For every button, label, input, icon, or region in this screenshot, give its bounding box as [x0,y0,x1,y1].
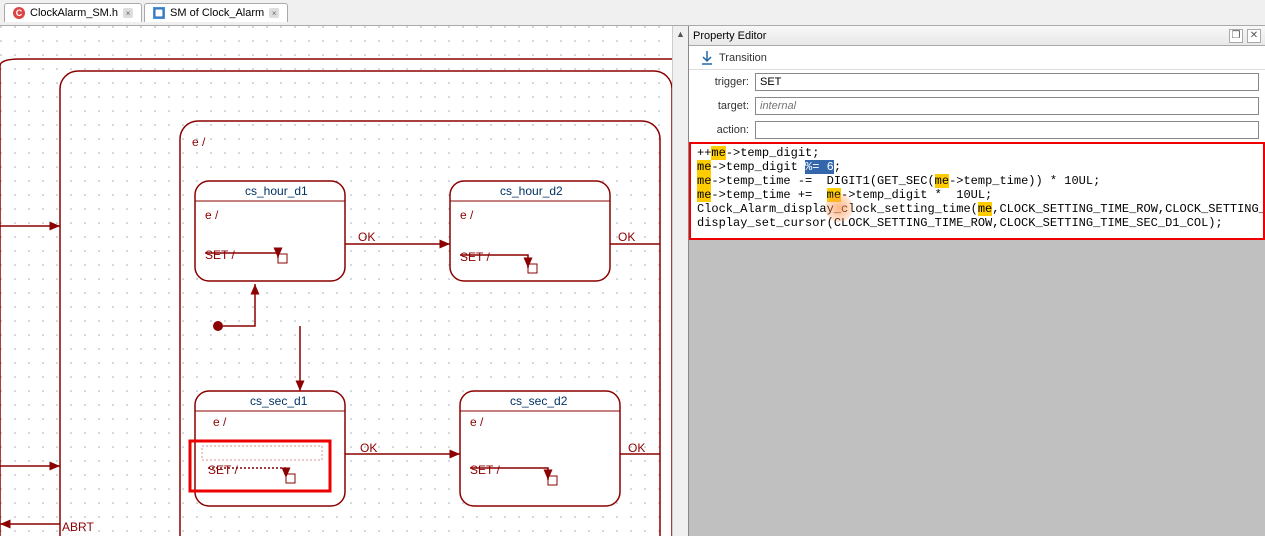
sm-file-icon [153,7,165,19]
svg-text:OK: OK [628,441,645,455]
svg-text:e /: e / [205,208,219,222]
action-code-editor[interactable]: ++me->temp_digit; me->temp_digit %= 6; m… [689,142,1265,240]
svg-text:SET /: SET / [205,248,235,262]
svg-text:cs_sec_d1: cs_sec_d1 [250,394,308,408]
undock-icon[interactable]: ❐ [1229,29,1243,43]
trigger-label: trigger: [695,76,755,88]
initial-state-dot [213,321,223,331]
tab-sm-clock-alarm[interactable]: SM of Clock_Alarm × [144,3,288,22]
svg-text:OK: OK [358,230,375,244]
close-icon[interactable]: × [123,8,133,18]
tab-bar: C ClockAlarm_SM.h × SM of Clock_Alarm × [0,0,1265,26]
close-icon[interactable]: ✕ [1247,29,1261,43]
transition-icon [695,49,719,67]
property-type-label: Transition [719,52,1259,64]
state-cs-hour-d2[interactable]: cs_hour_d2 e / SET / [450,181,610,281]
property-editor-panel: Property Editor ❐ ✕ Transition trigger: [689,26,1265,536]
c-file-icon: C [13,7,25,19]
state-cs-hour-d1[interactable]: cs_hour_d1 e / SET / [195,181,345,281]
svg-text:ABRT: ABRT [62,520,94,534]
svg-text:e /: e / [470,415,484,429]
svg-text:OK: OK [360,441,377,455]
svg-text:OK: OK [618,230,635,244]
state-cs-sec-d1[interactable]: cs_sec_d1 e / SET / [190,391,345,506]
svg-text:cs_hour_d1: cs_hour_d1 [245,184,308,198]
panel-title: Property Editor [693,30,766,42]
svg-text:cs_sec_d2: cs_sec_d2 [510,394,568,408]
entry-label: e / [192,135,206,149]
scroll-up-icon[interactable]: ▲ [673,26,688,42]
tab-label: SM of Clock_Alarm [170,7,264,19]
state-cs-sec-d2[interactable]: cs_sec_d2 e / SET / [460,391,620,506]
svg-text:SET /: SET / [470,463,500,477]
trigger-input[interactable] [755,73,1259,91]
diagram-canvas[interactable]: e / cs_hour_d1 e / SET / cs_hou [0,26,689,536]
svg-text:e /: e / [460,208,474,222]
svg-text:SET /: SET / [460,250,490,264]
target-input[interactable] [755,97,1259,115]
target-label: target: [695,100,755,112]
svg-text:cs_hour_d2: cs_hour_d2 [500,184,563,198]
svg-text:e /: e / [213,415,227,429]
action-label: action: [695,124,755,136]
tab-label: ClockAlarm_SM.h [30,7,118,19]
vertical-scrollbar[interactable]: ▲ [672,26,688,536]
close-icon[interactable]: × [269,8,279,18]
tab-clockalarm-h[interactable]: C ClockAlarm_SM.h × [4,3,142,22]
svg-text:SET /: SET / [208,463,238,477]
action-input[interactable] [755,121,1259,139]
